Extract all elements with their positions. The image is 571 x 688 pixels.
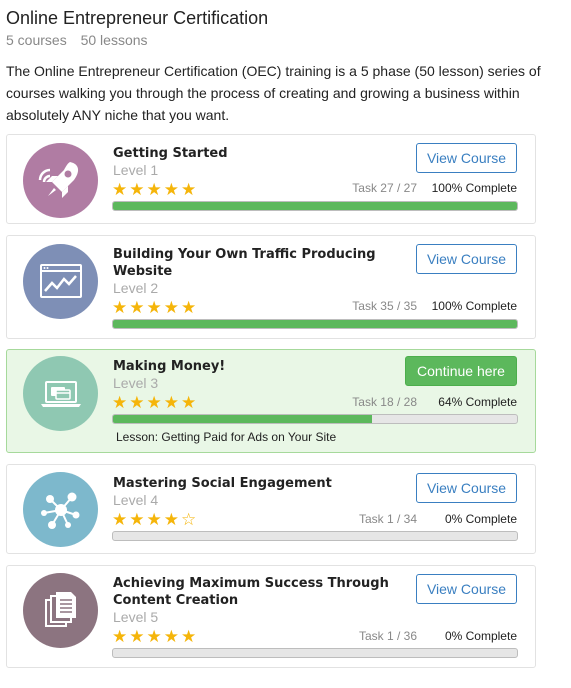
task-count: Task 35 / 35 (352, 299, 417, 313)
progress-fill (113, 320, 517, 328)
course-level: Level 5 (113, 609, 159, 625)
course-card: Building Your Own Traffic Producing Webs… (6, 235, 536, 339)
lessons-count: 50 lessons (80, 32, 148, 48)
course-title: Getting Started (113, 146, 228, 161)
course-card: Getting Started Level 1 ★★★★★ Task 27 / … (6, 134, 536, 224)
page-meta: 5 courses 50 lessons (6, 32, 148, 48)
browser-chart-icon (23, 244, 98, 319)
completion-percent: 100% Complete (431, 299, 517, 313)
courses-count: 5 courses (6, 32, 67, 48)
progress-bar (112, 319, 518, 329)
course-title: Achieving Maximum Success Through Conten… (113, 576, 389, 608)
completion-percent: 0% Complete (444, 629, 517, 643)
half-star-icon: ☆ (180, 510, 199, 529)
current-lesson-link[interactable]: Lesson: Getting Paid for Ads on Your Sit… (116, 430, 336, 444)
task-count: Task 18 / 28 (352, 395, 417, 409)
course-title: Building Your Own Traffic Producing Webs… (113, 247, 376, 279)
course-title: Mastering Social Engagement (113, 476, 332, 491)
page-description: The Online Entrepreneur Certification (O… (6, 63, 541, 123)
progress-bar (112, 201, 518, 211)
rating-stars: ★★★★★ (112, 298, 199, 317)
view-course-button[interactable]: View Course (416, 473, 517, 503)
laptop-card-icon (23, 356, 98, 431)
course-level: Level 1 (113, 162, 159, 178)
documents-icon (23, 573, 98, 648)
rating-stars: ★★★★★ (112, 180, 199, 199)
task-count: Task 1 / 34 (358, 512, 417, 526)
view-course-button[interactable]: View Course (416, 143, 517, 173)
view-course-button[interactable]: View Course (416, 574, 517, 604)
progress-bar (112, 648, 518, 658)
course-card: Mastering Social Engagement Level 4 ★★★★… (6, 464, 536, 554)
rocket-icon (23, 143, 98, 218)
progress-bar (112, 531, 518, 541)
rating-stars: ★★★★★ (112, 627, 199, 646)
course-card-active: Making Money! Level 3 ★★★★★ Task 18 / 28… (6, 349, 536, 453)
course-title: Making Money! (113, 359, 226, 374)
continue-here-button[interactable]: Continue here (405, 356, 517, 386)
rating-stars: ★★★★☆ (112, 510, 199, 529)
completion-percent: 64% Complete (438, 395, 517, 409)
view-course-button[interactable]: View Course (416, 244, 517, 274)
course-card: Achieving Maximum Success Through Conten… (6, 565, 536, 668)
progress-fill (113, 415, 372, 423)
progress-fill (113, 202, 517, 210)
rating-stars: ★★★★★ (112, 393, 199, 412)
completion-percent: 0% Complete (444, 512, 517, 526)
course-level: Level 4 (113, 492, 159, 508)
task-count: Task 27 / 27 (352, 181, 417, 195)
social-network-icon (23, 472, 98, 547)
progress-bar (112, 414, 518, 424)
course-level: Level 2 (113, 280, 159, 296)
course-level: Level 3 (113, 375, 159, 391)
task-count: Task 1 / 36 (358, 629, 417, 643)
page-title: Online Entrepreneur Certification (6, 8, 269, 28)
completion-percent: 100% Complete (431, 181, 517, 195)
